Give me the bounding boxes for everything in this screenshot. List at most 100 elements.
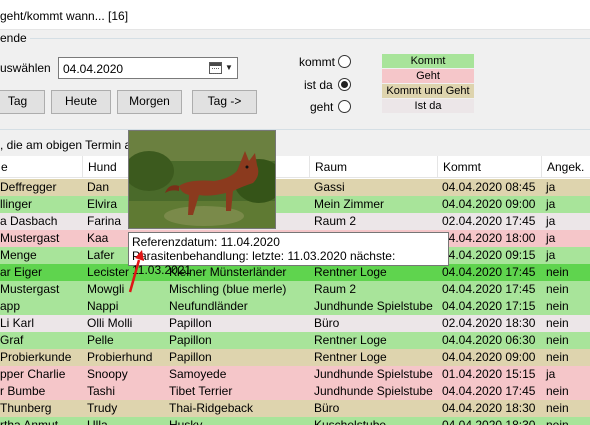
cell-raum: Rentner Loge xyxy=(314,333,387,347)
title-bar: geht/kommt wann... [16] xyxy=(0,0,590,30)
guest-grid[interactable]: e Hund Raum Kommt Angek. Deffregger Dan Ga… xyxy=(0,156,590,425)
cell-hund: Olli Molli xyxy=(87,316,133,330)
cell-hund: Ulla xyxy=(87,418,108,425)
cell-angek: nein xyxy=(546,265,569,279)
cell-raum: Jundhunde Spielstube xyxy=(314,384,433,398)
tooltip-line-reference: Referenzdatum: 11.04.2020 xyxy=(132,235,280,249)
groupbox-title: ende xyxy=(0,31,30,45)
cell-kunde: Thunberg xyxy=(0,401,52,415)
cell-rasse: Papillon xyxy=(169,333,212,347)
cell-angek: ja xyxy=(546,180,556,194)
cell-raum: Gassi xyxy=(314,180,345,194)
cell-angek: nein xyxy=(546,282,569,296)
table-row[interactable]: Probierkunde Probierhund Papillon Rentner L… xyxy=(0,349,590,366)
cell-kunde: Deffregger xyxy=(0,180,57,194)
column-header-kunde[interactable]: e xyxy=(0,156,83,178)
cell-kunde: Graf xyxy=(0,333,24,347)
cell-hund: Mowgli xyxy=(87,282,125,296)
table-row[interactable]: llingerElvirandMein Zimmer04.04.2020 09:… xyxy=(0,196,590,213)
column-header-angek[interactable]: Angek. xyxy=(542,156,590,178)
legend-geht: Geht xyxy=(382,69,474,83)
cell-rasse: Tibet Terrier xyxy=(169,384,233,398)
cell-rasse: Samoyede xyxy=(169,367,227,381)
dropdown-arrow-icon[interactable]: ▼ xyxy=(225,63,233,72)
today-button[interactable]: Heute xyxy=(51,90,111,114)
cell-kunde: llinger xyxy=(0,197,33,211)
cell-rasse: Papillon xyxy=(169,350,212,364)
table-row[interactable]: rtha Anmut Ulla Husky Kuschelstube 04.04.202… xyxy=(0,417,590,425)
color-legend: Kommt Geht Kommt und Geht Ist da xyxy=(382,54,474,114)
cell-kunde: Mustergast xyxy=(0,282,60,296)
cell-hund: Tashi xyxy=(87,384,116,398)
table-row[interactable]: r Bumbe Tashi Tibet Terrier Jundhunde Spiel… xyxy=(0,383,590,400)
radio-kommt[interactable] xyxy=(338,55,351,68)
cell-hund: Nappi xyxy=(87,299,119,313)
radio-ist-da[interactable] xyxy=(338,78,351,91)
cell-rasse: Neufundländer xyxy=(169,299,248,313)
cell-rasse: Thai-Ridgeback xyxy=(169,401,254,415)
cell-angek: nein xyxy=(546,350,569,364)
cell-raum: Jundhunde Spielstube xyxy=(314,367,433,381)
table-row[interactable]: pper Charlie Snoopy Samoyede Jundhunde Spie… xyxy=(0,366,590,383)
cell-hund: Trudy xyxy=(87,401,118,415)
column-header-raum[interactable]: Raum xyxy=(310,156,438,178)
prev-day-button[interactable]: Tag xyxy=(0,90,45,114)
cell-kunde: a Dasbach xyxy=(0,214,58,228)
cell-kommt: 04.04.2020 17:45 xyxy=(442,384,536,398)
dog-image xyxy=(129,131,275,228)
table-row[interactable]: Graf Pelle Papillon Rentner Loge 04.04.2020 … xyxy=(0,332,590,349)
cell-raum: Mein Zimmer xyxy=(314,197,385,211)
cell-angek: ja xyxy=(546,248,556,262)
cell-hund: Pelle xyxy=(87,333,114,347)
cell-kunde: ar Eiger xyxy=(0,265,43,279)
cell-kommt: 04.04.2020 18:30 xyxy=(442,401,536,415)
tooltip-line-parasites: Parasitenbehandlung: letzte: 11.03.2020 … xyxy=(132,249,396,277)
cell-angek: nein xyxy=(546,401,569,415)
info-text: , die am obigen Termin anw xyxy=(0,138,147,152)
cell-kunde: Probierkunde xyxy=(0,350,72,364)
tooltip: Referenzdatum: 11.04.2020 Parasitenbehan… xyxy=(128,232,449,277)
cell-kommt: 02.04.2020 17:45 xyxy=(442,214,536,228)
cell-kommt: 04.04.2020 17:45 xyxy=(442,265,536,279)
legend-kommt-und-geht: Kommt und Geht xyxy=(382,84,474,98)
calendar-icon[interactable] xyxy=(209,62,222,74)
dog-photo xyxy=(128,130,276,229)
grid-header: e Hund Raum Kommt Angek. xyxy=(0,156,590,178)
cell-raum: Rentner Loge xyxy=(314,350,387,364)
radio-label-ist-da: ist da xyxy=(304,78,333,92)
cell-kunde: Li Karl xyxy=(0,316,35,330)
table-row[interactable]: Deffregger Dan Gassi 04.04.2020 08:45 ja xyxy=(0,179,590,196)
cell-raum: Raum 2 xyxy=(314,282,357,296)
radio-label-geht: geht xyxy=(310,100,334,114)
cell-kommt: 04.04.2020 09:15 xyxy=(442,248,536,262)
cell-angek: ja xyxy=(546,197,556,211)
table-row[interactable]: Li Karl Olli Molli Papillon Büro 02.04.2020 … xyxy=(0,315,590,332)
date-picker[interactable]: 04.04.2020 ▼ xyxy=(58,57,238,79)
table-row[interactable]: Mustergast Mowgli Mischling (blue merle) Ra… xyxy=(0,281,590,298)
cell-raum: Raum 2 xyxy=(314,214,357,228)
red-arrow-annotation xyxy=(128,250,144,293)
radio-selected-dot xyxy=(341,81,348,88)
cell-kommt: 04.04.2020 17:15 xyxy=(442,299,536,313)
table-row[interactable]: Thunberg Trudy Thai-Ridgeback Büro 04.04.202… xyxy=(0,400,590,417)
date-label: uswählen xyxy=(0,61,51,75)
cell-raum: Jundhunde Spielstube xyxy=(314,299,433,313)
cell-rasse: Mischling (blue merle) xyxy=(169,282,287,296)
cell-hund: Probierhund xyxy=(87,350,153,364)
tomorrow-button[interactable]: Morgen xyxy=(117,90,182,114)
cell-kunde: r Bumbe xyxy=(0,384,46,398)
table-row[interactable]: a Dasbach Farina Raum 2 02.04.2020 17:45 ja xyxy=(0,213,590,230)
cell-angek: nein xyxy=(546,299,569,313)
table-row[interactable]: app Nappi Neufundländer Jundhunde Spielstub… xyxy=(0,298,590,315)
window-title: geht/kommt wann... [16] xyxy=(0,9,129,23)
column-header-kommt[interactable]: Kommt xyxy=(438,156,542,178)
cell-kunde: app xyxy=(0,299,21,313)
radio-geht[interactable] xyxy=(338,100,351,113)
radio-label-kommt: kommt xyxy=(299,55,335,69)
cell-kommt: 04.04.2020 08:45 xyxy=(442,180,536,194)
cell-angek: ja xyxy=(546,214,556,228)
next-day-button[interactable]: Tag -> xyxy=(192,90,257,114)
cell-angek: ja xyxy=(546,231,556,245)
cell-rasse: Husky xyxy=(169,418,203,425)
cell-angek: ja xyxy=(546,367,556,381)
